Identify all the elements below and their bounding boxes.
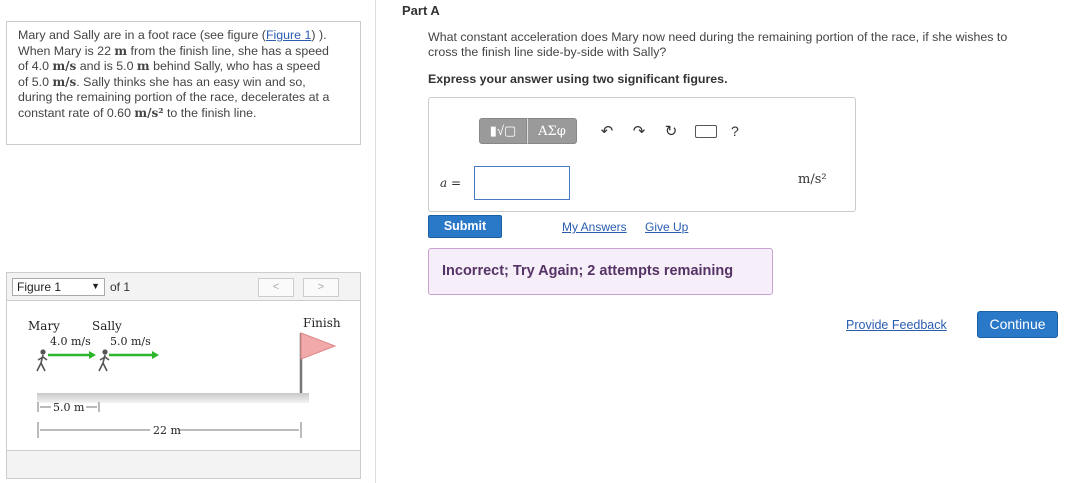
problem-text: Mary and Sally are in a foot race (see f… (18, 28, 266, 42)
help-button[interactable]: ? (731, 123, 739, 139)
question-text: What constant acceleration does Mary now… (428, 30, 1048, 60)
problem-text: to the finish line. (163, 105, 257, 120)
part-title: Part A (402, 3, 440, 18)
greek-label: ΑΣφ (538, 123, 566, 139)
problem-text: and is 5.0 (76, 59, 137, 74)
figure-count: of 1 (110, 280, 131, 294)
figure-link[interactable]: Figure 1 (266, 28, 311, 42)
redo-icon[interactable]: ↷ (629, 122, 649, 140)
unit-ms: m/s (52, 74, 77, 89)
problem-text: from the finish line, she has a speed (127, 43, 329, 58)
question-line: cross the finish line side-by-side with … (428, 45, 667, 60)
my-answers-link[interactable]: My Answers (562, 220, 627, 234)
provide-feedback-link[interactable]: Provide Feedback (846, 318, 947, 332)
problem-text: behind Sally, who has a speed (149, 59, 321, 74)
reset-icon[interactable]: ↻ (661, 122, 681, 140)
problem-text: constant rate of 0.60 (18, 105, 135, 120)
finish-flag-icon (300, 332, 337, 360)
unit-ms: m/s (52, 59, 77, 74)
give-up-link[interactable]: Give Up (645, 220, 688, 234)
left-column: Mary and Sally are in a foot race (see f… (0, 0, 376, 483)
answer-instruction: Express your answer using two significan… (428, 72, 728, 86)
answer-variable-label: a = (440, 176, 461, 190)
feedback-message: Incorrect; Try Again; 2 attempts remaini… (428, 248, 773, 295)
answer-input[interactable] (474, 166, 570, 200)
problem-statement: Mary and Sally are in a foot race (see f… (6, 21, 361, 145)
race-figure: Finish Mary Sally 4.0 m/s 5.0 m/s 5.0 m … (28, 316, 341, 438)
problem-text: during the remaining portion of the race… (18, 90, 330, 105)
keyboard-icon[interactable] (695, 124, 717, 138)
figure-prev-button[interactable]: < (258, 278, 294, 297)
figure-selector-value: Figure 1 (17, 280, 62, 294)
figure-panel: Figure 1 ▼ of 1 < > Finish Mary Sally 4.… (6, 272, 361, 479)
problem-text: of 5.0 (18, 74, 53, 89)
undo-icon[interactable]: ↶ (597, 122, 617, 140)
sally-speed-label: 5.0 m/s (110, 335, 151, 348)
figure-footer (7, 450, 360, 478)
toolbar-button-group: ▮√▢ ΑΣφ (479, 118, 577, 144)
mary-arrow-head (89, 351, 96, 359)
figure-header: Figure 1 ▼ of 1 < > (7, 273, 360, 301)
gap-label: 5.0 m (53, 401, 85, 414)
problem-text: of 4.0 (18, 59, 53, 74)
templates-icon: ▮√▢ (489, 123, 517, 138)
problem-text: . Sally thinks she has an easy win and s… (76, 74, 306, 89)
figure-next-button[interactable]: > (303, 278, 339, 297)
distance-label: 22 m (153, 424, 181, 437)
unit-m: m (114, 43, 128, 58)
answer-equals: = (447, 176, 462, 190)
answer-box: ▮√▢ ΑΣφ ↶ ↷ ↻ ? a = m/s² (428, 97, 856, 212)
question-line: What constant acceleration does Mary now… (428, 30, 1008, 44)
mary-label: Mary (28, 319, 60, 333)
mary-runner-icon (36, 349, 48, 372)
sally-runner-icon (98, 349, 110, 372)
figure-selector[interactable]: Figure 1 ▼ (12, 278, 105, 296)
greek-symbols-button[interactable]: ΑΣφ (527, 118, 577, 144)
chevron-down-icon: ▼ (91, 281, 100, 291)
sally-arrow-head (152, 351, 159, 359)
continue-button[interactable]: Continue (977, 311, 1058, 338)
unit-m: m (136, 59, 150, 74)
answer-unit: m/s² (798, 172, 827, 187)
problem-text: ) ). (311, 28, 327, 42)
problem-text: When Mary is 22 (18, 43, 115, 58)
submit-button[interactable]: Submit (428, 215, 502, 238)
math-toolbar: ▮√▢ ΑΣφ ↶ ↷ ↻ ? (479, 118, 739, 144)
unit-ms2: m/s² (134, 105, 164, 120)
sally-label: Sally (92, 319, 122, 333)
finish-label: Finish (303, 316, 341, 330)
templates-button[interactable]: ▮√▢ (479, 118, 527, 144)
mary-speed-label: 4.0 m/s (50, 335, 91, 348)
